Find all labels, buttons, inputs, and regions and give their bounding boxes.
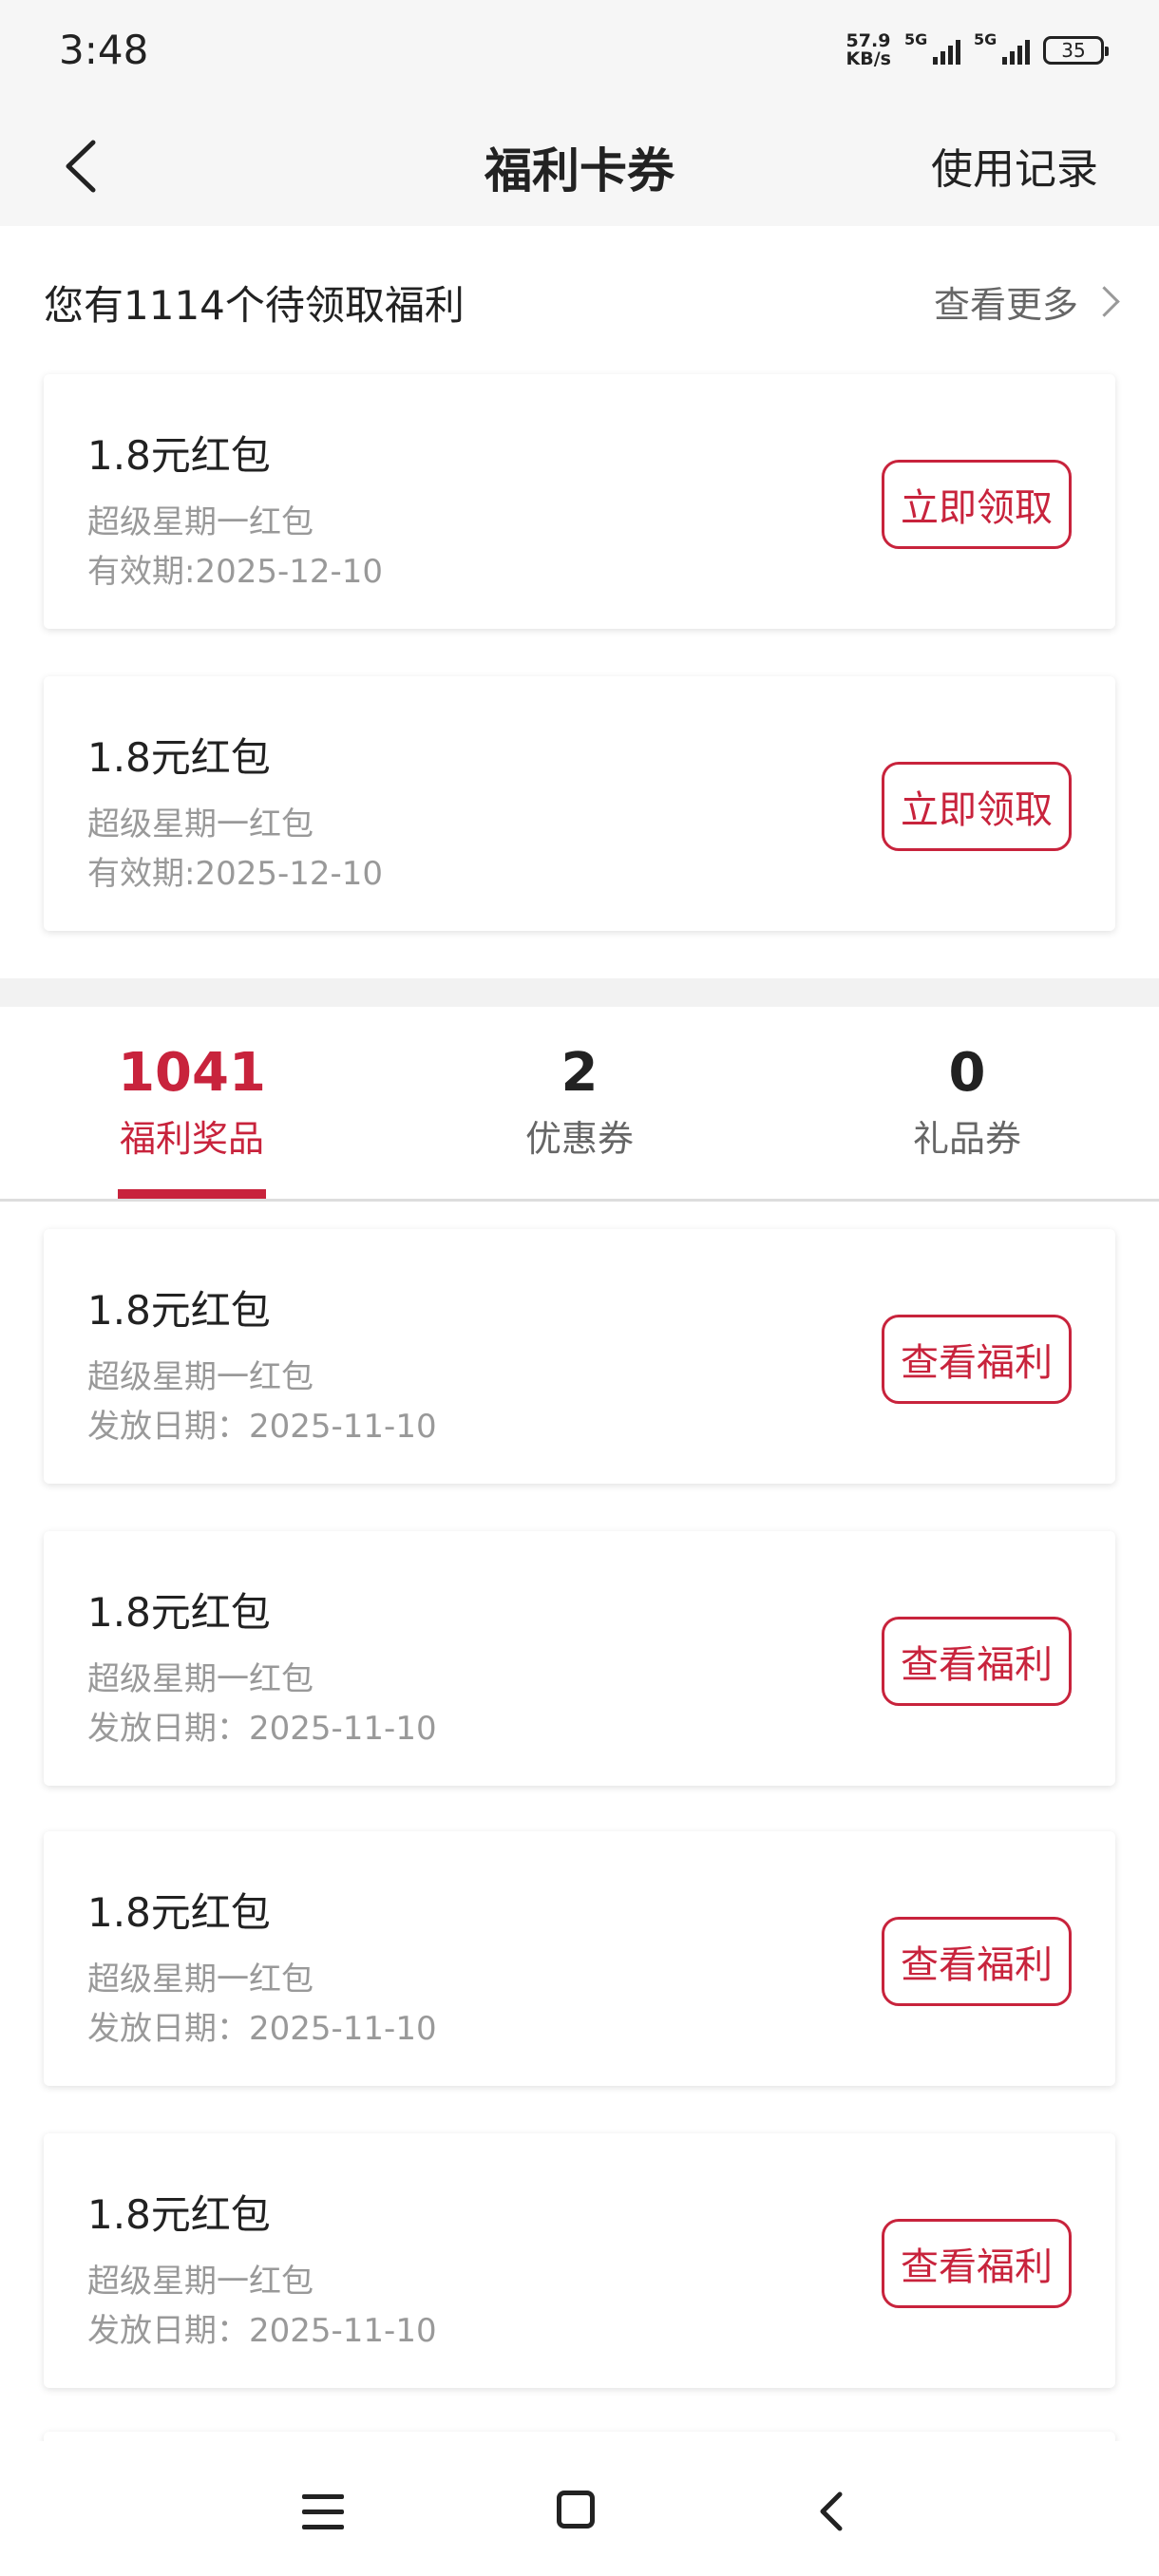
claim-now-button[interactable]: 立即领取: [882, 762, 1072, 851]
card-subtitle: 超级星期一红包: [87, 503, 314, 541]
claim-now-button[interactable]: 立即领取: [882, 460, 1072, 549]
signal-1-label: 5G: [904, 30, 928, 48]
card-subtitle: 超级星期一红包: [87, 1660, 314, 1698]
tab-count: 0: [948, 1042, 986, 1104]
card-title: 1.8元红包: [87, 432, 271, 479]
pending-card: 1.8元红包 超级星期一红包 有效期:2025-12-10 立即领取: [44, 676, 1115, 931]
tab-count: 2: [560, 1042, 598, 1104]
signal-1-icon: 5G: [904, 30, 960, 65]
tab-count: 1041: [118, 1042, 266, 1104]
nav-bar: 福利卡券 使用记录: [0, 104, 1159, 226]
tab-label: 礼品券: [912, 1118, 1021, 1160]
card-title: 1.8元红包: [87, 734, 271, 781]
card-subtitle: 超级星期一红包: [87, 2263, 314, 2301]
usage-record-link[interactable]: 使用记录: [931, 135, 1098, 196]
welfare-section: 1041 福利奖品 2 优惠券 0 礼品券 1.8元红包 超级星期一红包 发放日…: [0, 1007, 1159, 2470]
welfare-card: 1.8元红包 超级星期一红包 发放日期：2025-11-10 查看福利: [44, 2133, 1115, 2388]
view-more-label: 查看更多: [933, 284, 1078, 326]
battery-level: 35: [1061, 39, 1086, 62]
system-back-button[interactable]: [813, 2491, 851, 2532]
card-title: 1.8元红包: [87, 1287, 271, 1334]
battery-icon: 35: [1043, 36, 1109, 65]
view-welfare-button[interactable]: 查看福利: [882, 1315, 1072, 1404]
chevron-right-icon: [1089, 286, 1120, 317]
tab-label: 优惠券: [524, 1118, 634, 1160]
system-nav-bar: [0, 2441, 1159, 2576]
status-bar: 3:48 57.9 KB/s 5G 5G 35: [0, 0, 1159, 104]
view-welfare-button[interactable]: 查看福利: [882, 1917, 1072, 2006]
card-date: 发放日期：2025-11-10: [87, 1710, 437, 1748]
status-icons: 57.9 KB/s 5G 5G 35: [846, 30, 1109, 68]
view-welfare-button[interactable]: 查看福利: [882, 1617, 1072, 1706]
pending-section: 您有1114个待领取福利 查看更多 1.8元红包 超级星期一红包 有效期:202…: [0, 226, 1159, 978]
card-title: 1.8元红包: [87, 2191, 271, 2238]
view-welfare-button[interactable]: 查看福利: [882, 2219, 1072, 2308]
card-subtitle: 超级星期一红包: [87, 1358, 314, 1396]
tab-gift-vouchers[interactable]: 0 礼品券: [825, 1043, 1110, 1162]
view-more-link[interactable]: 查看更多: [933, 275, 1120, 328]
signal-2-icon: 5G: [974, 30, 1030, 65]
recent-apps-button[interactable]: [302, 2494, 344, 2532]
welfare-card: 1.8元红包 超级星期一红包 发放日期：2025-11-10 查看福利: [44, 1831, 1115, 2086]
card-title: 1.8元红包: [87, 1889, 271, 1936]
chevron-left-icon: [820, 2491, 843, 2531]
welfare-card: 1.8元红包 超级星期一红包 发放日期：2025-11-10 查看福利: [44, 1531, 1115, 1786]
welfare-card: 1.8元红包 超级星期一红包 发放日期：2025-11-10 查看福利: [44, 1229, 1115, 1484]
tab-coupons[interactable]: 2 优惠券: [437, 1043, 722, 1162]
card-date: 发放日期：2025-11-10: [87, 1408, 437, 1446]
card-date: 有效期:2025-12-10: [87, 855, 384, 893]
card-date: 有效期:2025-12-10: [87, 553, 384, 591]
tab-bar: 1041 福利奖品 2 优惠券 0 礼品券: [0, 1007, 1159, 1202]
signal-2-label: 5G: [974, 30, 998, 48]
active-tab-indicator: [118, 1189, 266, 1199]
card-subtitle: 超级星期一红包: [87, 805, 314, 843]
card-date: 发放日期：2025-11-10: [87, 2312, 437, 2350]
card-subtitle: 超级星期一红包: [87, 1960, 314, 1998]
pending-card: 1.8元红包 超级星期一红包 有效期:2025-12-10 立即领取: [44, 374, 1115, 629]
status-time: 3:48: [59, 27, 149, 73]
card-date: 发放日期：2025-11-10: [87, 2010, 437, 2048]
tab-welfare-prizes[interactable]: 1041 福利奖品: [49, 1043, 334, 1162]
network-speed-unit: KB/s: [846, 48, 891, 69]
home-button[interactable]: [557, 2491, 595, 2529]
pending-summary: 您有1114个待领取福利: [44, 282, 465, 329]
network-speed: 57.9 KB/s: [846, 32, 891, 68]
tab-label: 福利奖品: [119, 1118, 264, 1160]
card-title: 1.8元红包: [87, 1589, 271, 1636]
